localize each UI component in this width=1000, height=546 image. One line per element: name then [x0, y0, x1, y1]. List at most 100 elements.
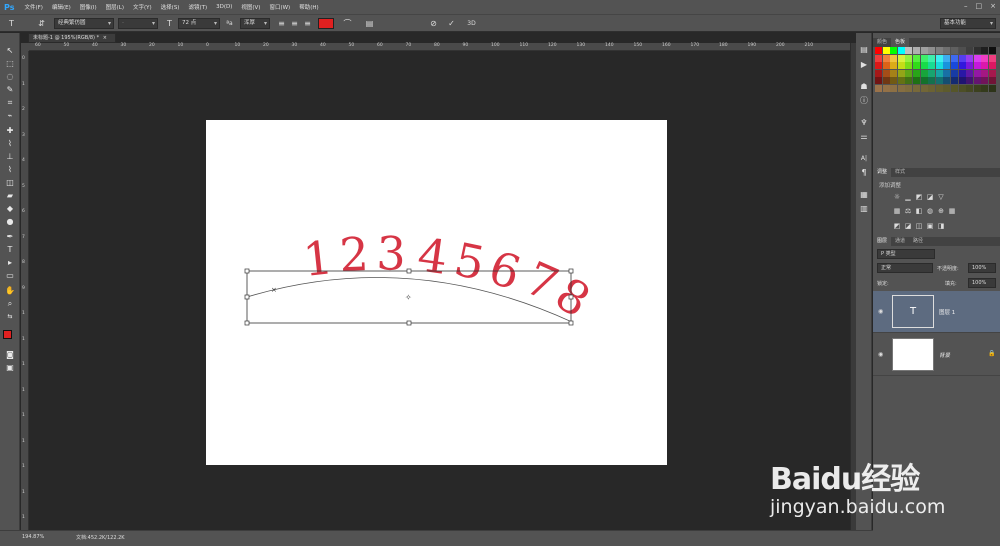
channel-mixer-icon[interactable]: ⊕: [937, 207, 945, 215]
color-swatch[interactable]: [935, 62, 943, 70]
layer-comps-icon[interactable]: ▥: [859, 204, 869, 214]
healing-tool-icon[interactable]: ✚: [4, 125, 16, 136]
color-swatch[interactable]: [882, 54, 890, 62]
color-swatch[interactable]: [890, 69, 898, 77]
swap-colors-icon[interactable]: ⇆: [4, 311, 16, 322]
color-swatch[interactable]: [875, 69, 882, 77]
color-swatch[interactable]: [966, 47, 974, 54]
info-panel-icon[interactable]: ⓘ: [859, 96, 869, 106]
color-swatch[interactable]: [966, 62, 974, 70]
color-swatch[interactable]: [988, 47, 996, 54]
color-swatch[interactable]: [920, 62, 928, 70]
menu-help[interactable]: 帮助(H): [299, 3, 318, 11]
color-swatch[interactable]: [905, 47, 913, 54]
foreground-color-swatch[interactable]: [3, 330, 12, 339]
color-swatch[interactable]: [935, 77, 943, 85]
selective-color-icon[interactable]: ▣: [926, 222, 934, 230]
color-swatch[interactable]: [988, 77, 996, 85]
antialias-select[interactable]: 浑厚: [240, 18, 270, 29]
font-style-select[interactable]: -: [118, 18, 158, 29]
eraser-tool-icon[interactable]: ◫: [4, 177, 16, 188]
color-swatch[interactable]: [966, 84, 974, 92]
dodge-tool-icon[interactable]: ●: [4, 216, 16, 227]
gradient-map-icon[interactable]: ▽: [937, 193, 945, 201]
crop-tool-icon[interactable]: ⌗: [4, 97, 16, 108]
quick-mask-icon[interactable]: ◙: [4, 349, 16, 360]
layer-name[interactable]: 图层 1: [939, 308, 955, 316]
tab-adjustments[interactable]: 调整: [873, 168, 892, 177]
cancel-edit-icon[interactable]: ⊘: [428, 18, 439, 29]
color-swatch[interactable]: [920, 69, 928, 77]
tab-paths[interactable]: 路径: [909, 237, 927, 246]
blur-tool-icon[interactable]: ◆: [4, 203, 16, 214]
balance-icon[interactable]: ⚖: [904, 207, 912, 215]
color-swatch[interactable]: [912, 77, 920, 85]
menu-view[interactable]: 视图(V): [241, 3, 260, 11]
color-swatch[interactable]: [981, 84, 989, 92]
color-swatch[interactable]: [897, 47, 905, 54]
color-swatch[interactable]: [890, 77, 898, 85]
color-swatch[interactable]: [981, 62, 989, 70]
color-swatch[interactable]: [905, 54, 913, 62]
color-swatch[interactable]: [875, 84, 882, 92]
color-swatch[interactable]: [966, 54, 974, 62]
color-swatch[interactable]: [943, 84, 951, 92]
menu-file[interactable]: 文件(F): [24, 3, 42, 11]
close-tab-icon[interactable]: ×: [103, 35, 107, 41]
history-panel-icon[interactable]: ▤: [859, 45, 869, 55]
path-select-tool-icon[interactable]: ▸: [4, 257, 16, 268]
align-left-icon[interactable]: ≡: [276, 18, 287, 29]
invert-icon[interactable]: ◩: [893, 222, 901, 230]
move-tool-icon[interactable]: ↖: [4, 45, 16, 56]
history-brush-icon[interactable]: ⌇: [4, 164, 16, 175]
color-swatch[interactable]: [950, 77, 958, 85]
color-swatch[interactable]: [973, 54, 981, 62]
visibility-eye-icon[interactable]: ◉: [878, 308, 886, 316]
layer-name[interactable]: 背景: [939, 351, 950, 359]
font-size-select[interactable]: 72 点: [178, 18, 220, 29]
type-tool-icon[interactable]: T: [6, 18, 17, 29]
color-swatch[interactable]: [973, 62, 981, 70]
color-swatch[interactable]: [935, 84, 943, 92]
menu-filter[interactable]: 滤镜(T): [188, 3, 207, 11]
photo-filter-icon[interactable]: ◍: [926, 207, 934, 215]
color-swatch[interactable]: [897, 69, 905, 77]
color-swatch[interactable]: [920, 47, 928, 54]
color-swatch[interactable]: [920, 84, 928, 92]
menu-type[interactable]: 文字(Y): [133, 3, 152, 11]
align-right-icon[interactable]: ≡: [302, 18, 313, 29]
fill-input[interactable]: 100%: [968, 278, 996, 288]
brush-tool-icon[interactable]: ⌇: [4, 138, 16, 149]
character-panel-icon[interactable]: A|: [859, 154, 869, 164]
color-swatch[interactable]: [950, 69, 958, 77]
color-swatch[interactable]: [905, 69, 913, 77]
color-swatch[interactable]: [890, 47, 898, 54]
opacity-input[interactable]: 100%: [968, 263, 996, 273]
color-swatch[interactable]: [988, 54, 996, 62]
color-swatch[interactable]: [973, 47, 981, 54]
eyedropper-tool-icon[interactable]: ⌁: [4, 110, 16, 121]
color-swatch[interactable]: [912, 54, 920, 62]
brush-presets-icon[interactable]: ♆: [859, 118, 869, 128]
stamp-tool-icon[interactable]: ⊥: [4, 151, 16, 162]
color-swatch[interactable]: [912, 69, 920, 77]
color-swatch[interactable]: [988, 84, 996, 92]
curves-icon[interactable]: ◩: [915, 193, 923, 201]
align-center-icon[interactable]: ≡: [289, 18, 300, 29]
color-swatch[interactable]: [935, 47, 943, 54]
color-swatch[interactable]: [905, 62, 913, 70]
tab-layers[interactable]: 图层: [873, 237, 892, 246]
menu-image[interactable]: 图像(I): [80, 3, 97, 11]
document-info[interactable]: 文档:452.2K/122.2K: [76, 534, 125, 541]
3d-text-icon[interactable]: 3D: [466, 18, 477, 29]
bw-icon[interactable]: ◧: [915, 207, 923, 215]
color-swatch[interactable]: [882, 62, 890, 70]
brush-panel-icon[interactable]: ☗: [859, 82, 869, 92]
color-swatch[interactable]: [958, 54, 966, 62]
brightness-icon[interactable]: ☼: [893, 193, 901, 201]
color-swatch[interactable]: [890, 84, 898, 92]
color-swatch[interactable]: [920, 54, 928, 62]
document-canvas[interactable]: [206, 120, 667, 465]
paragraph-panel-icon[interactable]: ¶: [859, 168, 869, 178]
layer-row-text[interactable]: ◉ T 图层 1: [873, 291, 1000, 333]
